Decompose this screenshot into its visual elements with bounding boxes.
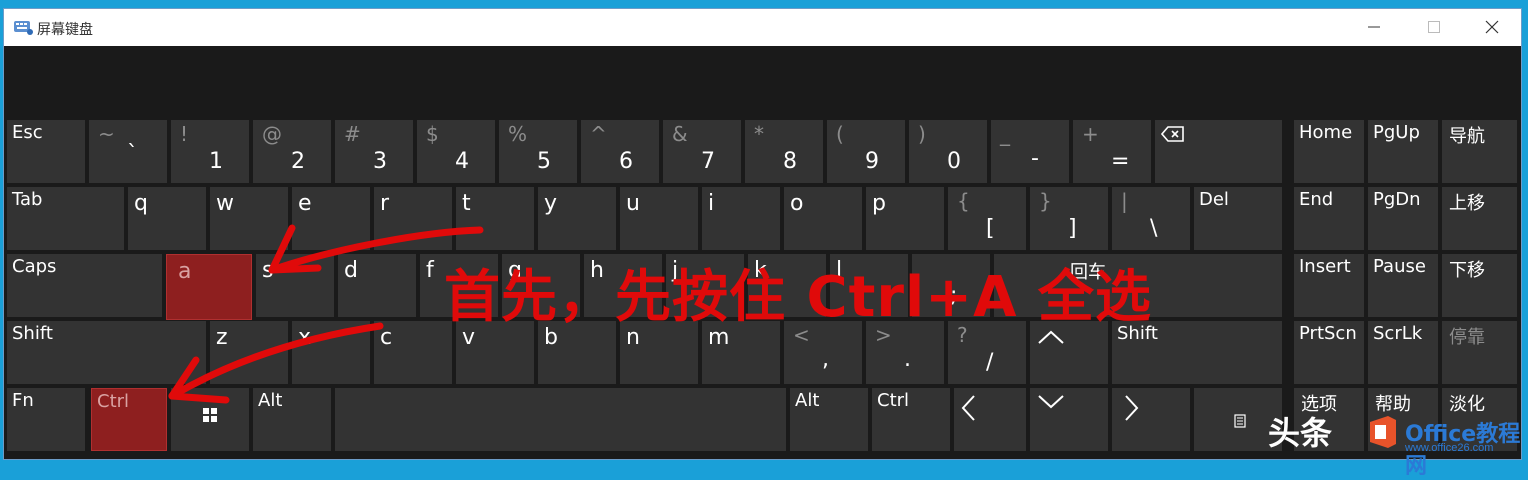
watermark-source-text: 头条 [1268,414,1333,452]
annotation-arrows [168,224,484,404]
arrow-head-a2 [268,264,322,274]
arrow-to-ctrl-key [168,322,384,400]
watermark-url: www.office26.com [1405,442,1494,454]
instruction-annotation: 首先，先按住 Ctrl+A 全选 [444,265,1152,330]
arrow-head-ctrl2 [168,392,230,404]
office-logo-icon [1370,416,1396,448]
